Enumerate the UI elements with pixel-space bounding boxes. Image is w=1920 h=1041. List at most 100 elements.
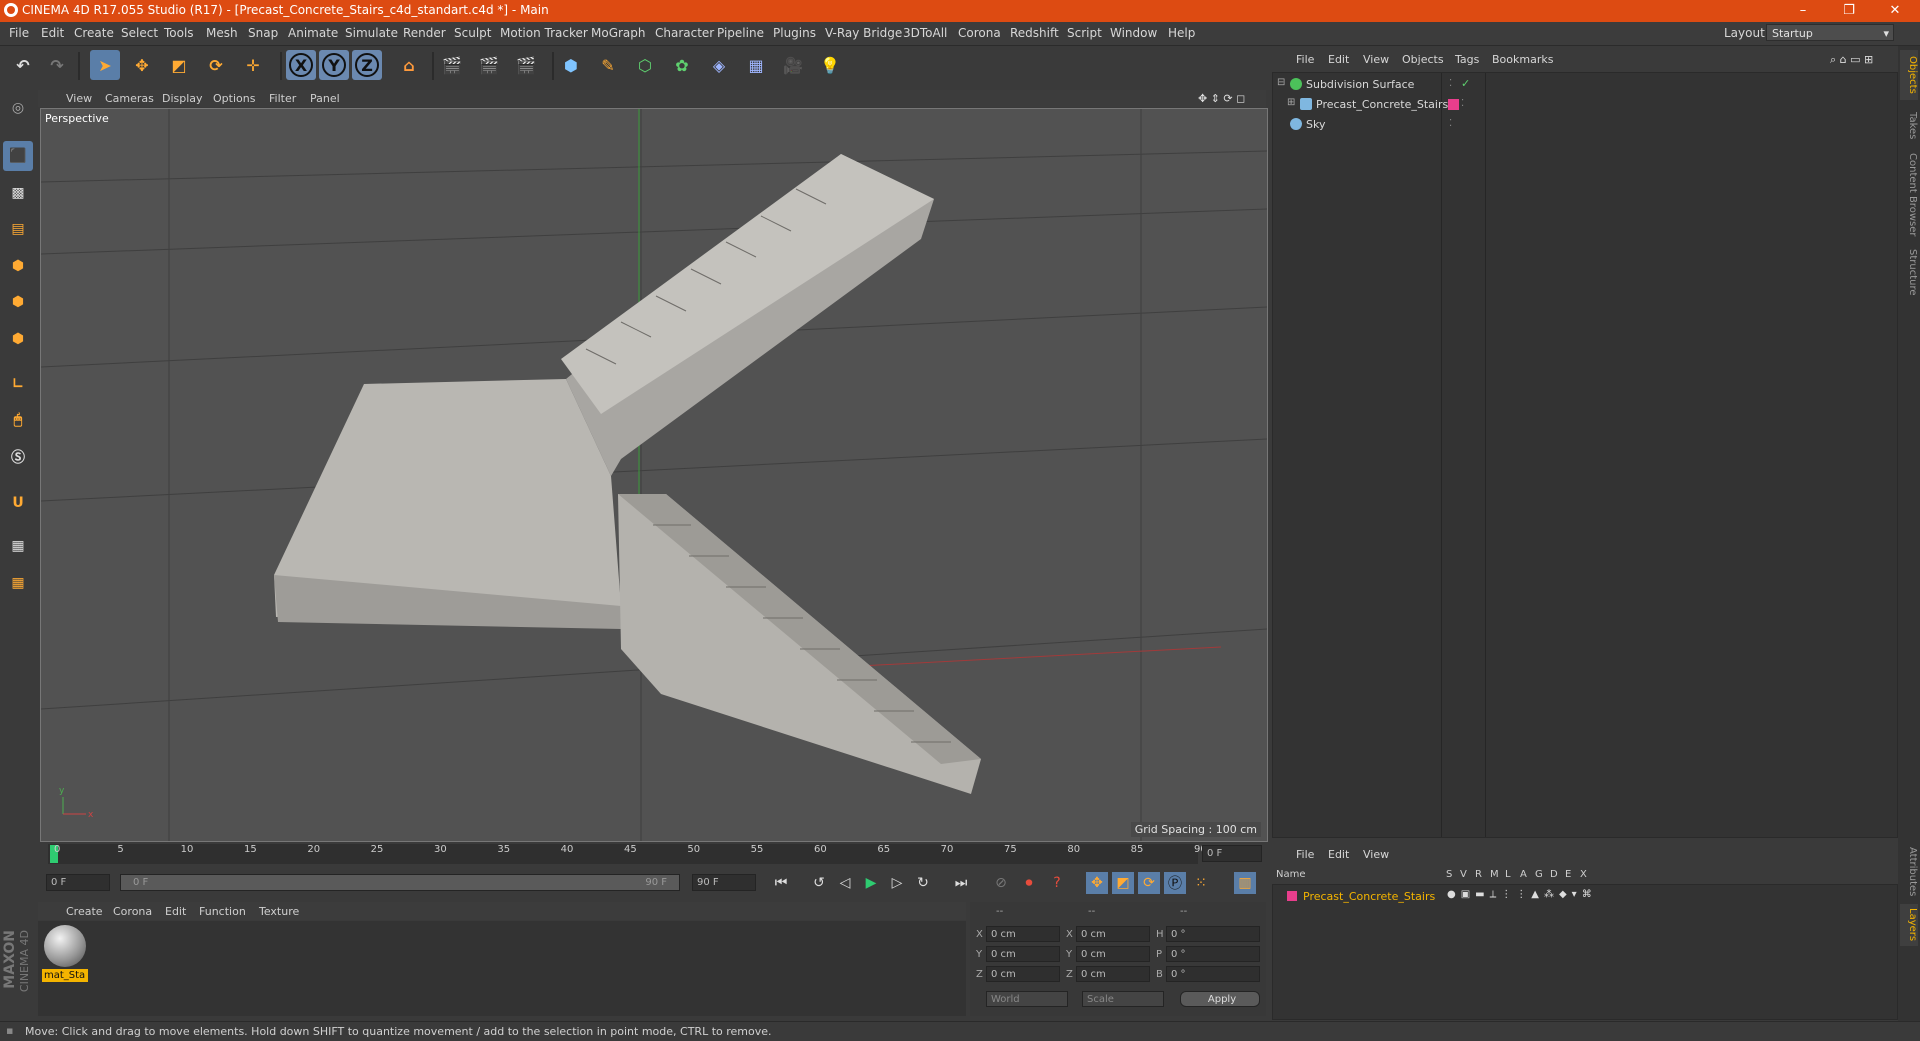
tab-structure[interactable]: Structure [1900,244,1918,300]
key-scale-icon[interactable]: ◩ [1112,872,1134,894]
floor-icon[interactable]: ▦ [741,50,771,80]
start-frame-field[interactable]: 0 F [46,874,110,891]
rotation-p-field[interactable]: 0 ° [1166,946,1260,962]
redo-icon[interactable]: ↷ [42,50,72,80]
render-picture-viewer-icon[interactable]: 🎬 [474,50,504,80]
visibility-dots-icon[interactable]: ⁚ [1449,118,1452,129]
viewport-menu-view[interactable]: View [66,92,92,105]
range-slider[interactable]: 0 F 90 F [120,874,680,891]
size-z-field[interactable]: 0 cm [1076,966,1150,982]
workplane-mode-icon[interactable]: ▤ [3,214,33,244]
undo-icon[interactable]: ↶ [8,50,38,80]
axis-mode-icon[interactable]: ∟ [3,369,33,399]
move-tool-icon[interactable]: ✥ [127,50,157,80]
layer-flags-icons[interactable]: ●▣▬⟂⋮⋮▲⁂◆▾⌘ [1447,889,1597,900]
object-menu-edit[interactable]: Edit [1328,53,1349,66]
minimize-button[interactable]: – [1780,0,1826,22]
motion-record-icon[interactable]: ⊘ [990,872,1012,894]
solo-mode-icon[interactable]: Ⓢ [3,442,33,472]
edges-mode-icon[interactable]: ⬢ [3,287,33,317]
polygons-mode-icon[interactable]: ⬢ [3,324,33,354]
next-frame-icon[interactable]: ▷ [886,872,908,894]
deformer-icon[interactable]: ◈ [704,50,734,80]
viewport-nav-icons[interactable]: ✥ ⇕ ⟳ ◻ [1198,92,1245,105]
current-frame-field[interactable]: 0 F [1202,845,1262,862]
position-z-field[interactable]: 0 cm [986,966,1060,982]
position-x-field[interactable]: 0 cm [986,926,1060,942]
cube-primitive-icon[interactable]: ⬢ [556,50,586,80]
menu-window[interactable]: Window [1110,26,1157,40]
menu-3dtoall[interactable]: 3DToAll [903,26,947,40]
layer-menu-edit[interactable]: Edit [1328,848,1349,861]
viewport-menu-cameras[interactable]: Cameras [105,92,154,105]
material-menu-edit[interactable]: Edit [165,905,186,918]
object-row-precast-concrete-stairs[interactable]: ⊞ Precast_Concrete_Stairs ⁚ [1273,95,1897,114]
restore-button[interactable]: ❐ [1826,0,1872,22]
points-mode-icon[interactable]: ⬢ [3,251,33,281]
camera-icon[interactable]: 🎥 [778,50,808,80]
transform-tool-icon[interactable]: ✛ [238,50,268,80]
menu-animate[interactable]: Animate [288,26,338,40]
subdivision-surface-icon[interactable]: ⬡ [630,50,660,80]
apply-button[interactable]: Apply [1180,991,1260,1007]
layer-menu-file[interactable]: File [1296,848,1314,861]
scale-tool-icon[interactable]: ◩ [164,50,194,80]
rotation-h-field[interactable]: 0 ° [1166,926,1260,942]
rotate-tool-icon[interactable]: ⟳ [201,50,231,80]
menu-sculpt[interactable]: Sculpt [454,26,491,40]
size-y-field[interactable]: 0 cm [1076,946,1150,962]
tab-layers[interactable]: Layers [1900,904,1918,946]
go-to-start-icon[interactable]: ⏮ [770,872,792,894]
menu-redshift[interactable]: Redshift [1010,26,1059,40]
collapse-icon[interactable]: ⊟ [1277,77,1285,88]
menu-plugins[interactable]: Plugins [773,26,816,40]
go-to-end-icon[interactable]: ⏭ [950,872,972,894]
rotation-b-field[interactable]: 0 ° [1166,966,1260,982]
material-preview-sphere[interactable] [44,925,86,967]
layer-menu-view[interactable]: View [1363,848,1389,861]
play-icon[interactable]: ▶ [860,872,882,894]
workplane-lock-icon[interactable]: ▦ [3,531,33,561]
material-menu-corona[interactable]: Corona [113,905,152,918]
menu-create[interactable]: Create [74,26,114,40]
material-menu-function[interactable]: Function [199,905,246,918]
model-mode-icon[interactable]: ⬛ [3,141,33,171]
enabled-check-icon[interactable]: ✓ [1461,77,1470,90]
pen-spline-icon[interactable]: ✎ [593,50,623,80]
layer-color-swatch[interactable] [1287,891,1297,901]
key-rotation-icon[interactable]: ⟳ [1138,872,1160,894]
layout-dropdown[interactable]: Startup ▾ [1766,24,1894,41]
coordinate-system-icon[interactable]: ⌂ [394,50,424,80]
close-button[interactable]: ✕ [1872,0,1918,22]
material-name-label[interactable]: mat_Sta [42,969,88,982]
position-y-field[interactable]: 0 cm [986,946,1060,962]
live-selection-icon[interactable]: ➤ [90,50,120,80]
tab-content-browser[interactable]: Content Browser [1900,150,1918,240]
y-axis-lock-button[interactable]: Y [319,50,349,80]
tab-takes[interactable]: Takes [1900,106,1918,146]
menu-snap[interactable]: Snap [248,26,278,40]
material-menu-texture[interactable]: Texture [259,905,299,918]
texture-mode-icon[interactable]: ▩ [3,178,33,208]
next-key-icon[interactable]: ↻ [912,872,934,894]
object-menu-view[interactable]: View [1363,53,1389,66]
timeline-layout-icon[interactable]: ▥ [1234,872,1256,894]
menu-mesh[interactable]: Mesh [206,26,238,40]
x-axis-lock-button[interactable]: X [286,50,316,80]
object-row-sky[interactable]: Sky ⁚ [1273,115,1897,134]
autokey-icon[interactable]: ? [1046,872,1068,894]
menu-simulate[interactable]: Simulate [345,26,398,40]
end-frame-field[interactable]: 90 F [692,874,756,891]
object-row-subdivision-surface[interactable]: ⊟ Subdivision Surface ⁚ ✓ [1273,75,1897,94]
timeline-ruler[interactable]: 0 5 10 15 20 25 30 35 40 45 50 55 60 65 70 75 80 85 90 0 F [38,842,1266,866]
menu-mograph[interactable]: MoGraph [591,26,646,40]
menu-corona[interactable]: Corona [958,26,1001,40]
size-x-field[interactable]: 0 cm [1076,926,1150,942]
visibility-dots-icon[interactable]: ⁚ [1449,78,1452,89]
world-dropdown[interactable]: World [986,991,1068,1007]
menu-file[interactable]: File [9,26,29,40]
menu-help[interactable]: Help [1168,26,1195,40]
menu-character[interactable]: Character [655,26,714,40]
previous-frame-icon[interactable]: ◁ [834,872,856,894]
menu-select[interactable]: Select [121,26,158,40]
